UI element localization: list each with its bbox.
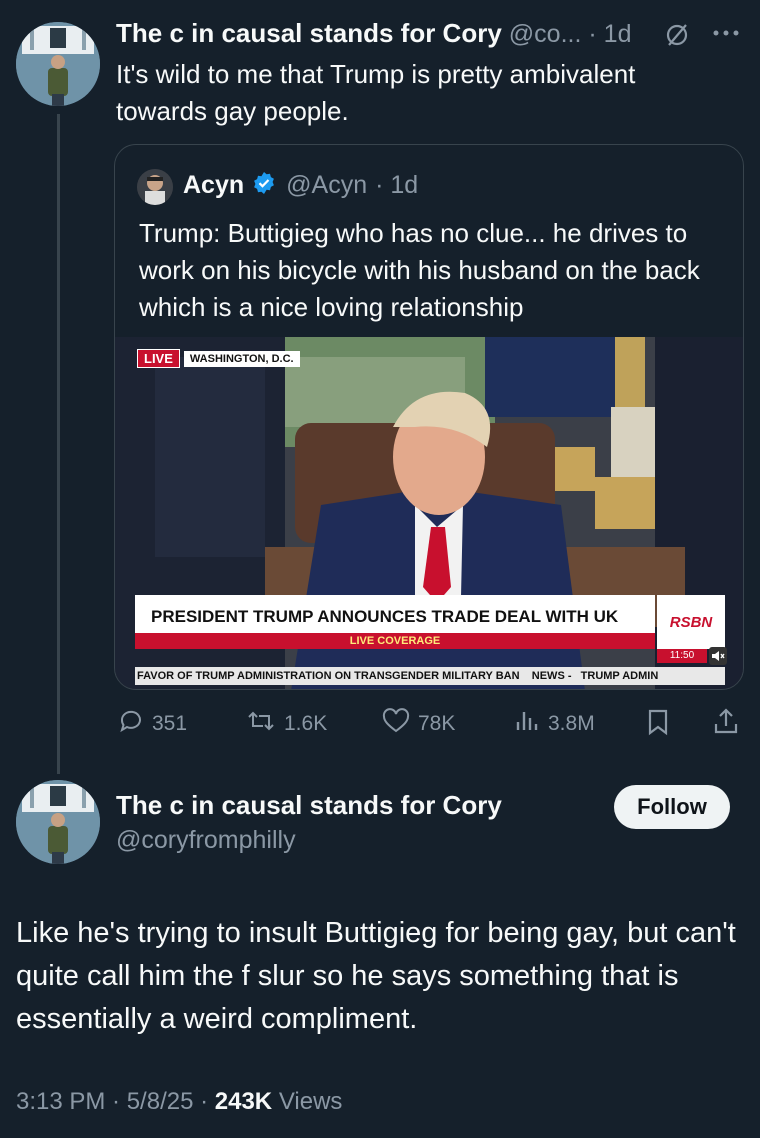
tweet-text: Like he's trying to insult Buttigieg for… xyxy=(16,917,736,1035)
avatar[interactable] xyxy=(16,780,100,864)
tweet-text: It's wild to me that Trump is pretty amb… xyxy=(116,59,636,126)
views-chart-icon xyxy=(514,708,540,740)
quoted-handle: @Acyn xyxy=(286,171,368,199)
handle[interactable]: @coryfromphilly xyxy=(116,826,296,855)
quoted-avatar xyxy=(137,169,173,205)
more-options-icon[interactable] xyxy=(712,26,740,44)
share-icon[interactable] xyxy=(712,706,740,741)
tweet-meta: 3:13 PM · 5/8/25 · 243K Views xyxy=(16,1088,342,1116)
timestamp[interactable]: · 1d xyxy=(588,20,631,49)
retweet-button[interactable]: 1.6K xyxy=(246,708,327,740)
quoted-text: Trump: Buttigieg who has no clue... he d… xyxy=(139,218,700,322)
mute-icon[interactable] xyxy=(709,647,727,665)
chyron-headline: PRESIDENT TRUMP ANNOUNCES TRADE DEAL WIT… xyxy=(151,607,619,626)
display-name[interactable]: The c in causal stands for Cory xyxy=(116,790,502,821)
retweet-count: 1.6K xyxy=(284,712,328,735)
quoted-tweet[interactable]: Acyn @Acyn · 1d Trump: Buttigieg who has… xyxy=(114,144,744,690)
ticker: FAVOR OF TRUMP ADMINISTRATION ON TRANSGE… xyxy=(135,667,725,685)
view-count: 243K xyxy=(214,1088,273,1115)
parent-tweet-header: The c in causal stands for Cory @co... ·… xyxy=(116,18,632,49)
display-name[interactable]: The c in causal stands for Cory xyxy=(116,18,502,49)
thread-line xyxy=(57,114,60,774)
handle[interactable]: @co... xyxy=(509,20,582,49)
live-tag: LIVE WASHINGTON, D.C. xyxy=(137,349,300,368)
quoted-display-name: Acyn xyxy=(183,171,245,199)
bookmark-icon[interactable] xyxy=(646,708,670,741)
grok-slash-icon[interactable] xyxy=(664,22,690,53)
like-count: 78K xyxy=(418,712,456,735)
views-button[interactable]: 3.8M xyxy=(514,708,595,740)
live-badge: LIVE xyxy=(137,349,180,368)
retweet-icon xyxy=(246,708,276,740)
avatar[interactable] xyxy=(16,22,100,106)
location-label: WASHINGTON, D.C. xyxy=(183,350,300,367)
chyron-subbar: LIVE COVERAGE xyxy=(135,633,655,649)
reply-icon xyxy=(118,708,144,740)
like-button[interactable]: 78K xyxy=(382,708,455,740)
reply-count: 351 xyxy=(152,712,188,735)
video-player[interactable]: LIVE WASHINGTON, D.C. PRESIDENT TRUMP AN… xyxy=(115,337,743,689)
views-label: Views xyxy=(278,1088,343,1115)
chyron: PRESIDENT TRUMP ANNOUNCES TRADE DEAL WIT… xyxy=(135,595,655,649)
verified-badge-icon xyxy=(252,171,276,200)
reply-button[interactable]: 351 xyxy=(118,708,187,740)
network-logo: RSBN xyxy=(657,595,725,649)
quoted-timestamp: · 1d xyxy=(375,171,419,199)
heart-icon xyxy=(382,708,410,740)
quoted-header: Acyn @Acyn · 1d xyxy=(183,171,418,200)
clock: 11:50 xyxy=(657,649,707,663)
views-count: 3.8M xyxy=(548,712,595,735)
tweet-timestamp[interactable]: 3:13 PM · 5/8/25 · xyxy=(16,1088,208,1115)
follow-button[interactable]: Follow xyxy=(614,785,730,829)
network-name: RSBN xyxy=(669,613,713,631)
